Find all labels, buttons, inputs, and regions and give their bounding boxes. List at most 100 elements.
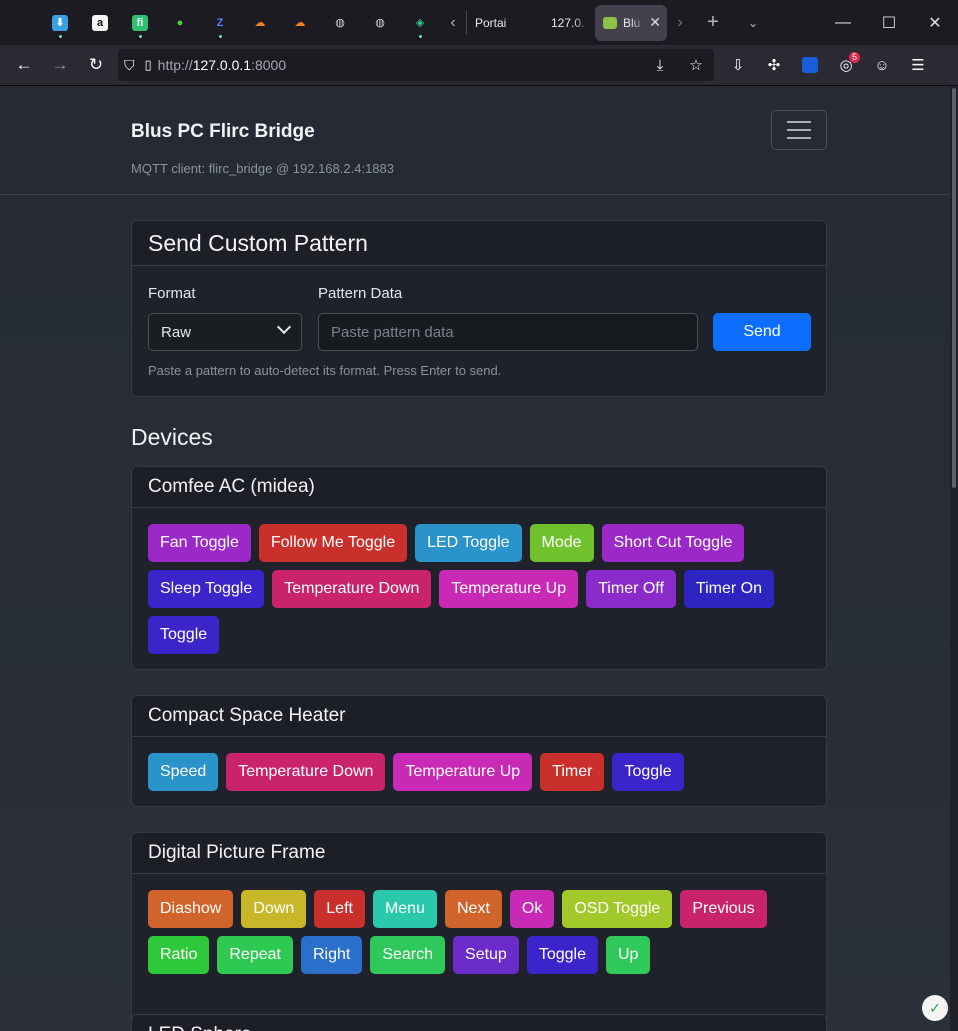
bookmark-star-icon[interactable]: ☆ [678,49,714,81]
app-menu-icon[interactable]: ☰ [900,49,936,81]
device-command-button[interactable]: Temperature Up [393,753,533,791]
custom-pattern-title: Send Custom Pattern [132,221,826,266]
device-command-button[interactable]: Left [314,890,365,928]
downloads-icon[interactable]: ⇩ [720,49,756,81]
device-command-button[interactable]: Toggle [612,753,684,791]
new-tab-icon[interactable]: + [693,0,733,45]
pinned-tab-attention-dot [139,35,142,38]
pinned-tab[interactable]: a [80,0,120,45]
pinned-tab[interactable]: Z [200,0,240,45]
device-title: Comfee AC (midea) [132,467,826,508]
pinned-tab[interactable]: fi [120,0,160,45]
device-button-group: Fan Toggle Follow Me Toggle LED Toggle Mode… [132,508,826,662]
shield-tracking-icon[interactable]: ⛉ [124,57,135,74]
gitea-icon: ◈ [415,17,425,29]
device-command-button[interactable]: Search [370,936,446,974]
download-manager-icon: ⬇ [52,14,68,31]
device-command-button[interactable]: Ratio [148,936,210,974]
device-command-button[interactable]: LED Toggle [415,524,522,562]
device-command-button[interactable]: Diashow [148,890,234,928]
browser-tab-bar: ⬇afi●Z☁☁◍◍◈ ‹ Portai 127.0. Blu ✕ › + ⌄ … [0,0,958,45]
format-select[interactable]: Raw [148,313,302,351]
device-title: Digital Picture Frame [132,833,826,874]
device-command-button[interactable]: Follow Me Toggle [258,524,408,562]
tab-scroll-left-icon[interactable]: ‹ [440,0,466,45]
device-command-button[interactable]: Fan Toggle [148,524,251,562]
back-icon[interactable]: ← [6,49,42,81]
forward-icon[interactable]: → [42,49,78,81]
pinned-tabs: ⬇ a fi ● Z ☁ ☁ ◍ ◍ ◈ [40,0,440,45]
device-command-button[interactable]: Timer [540,753,605,791]
profile-avatar-icon[interactable]: ☺ [864,49,900,81]
device-command-button[interactable]: OSD Toggle [562,890,673,928]
tab-blus-active[interactable]: Blu ✕ [595,4,667,41]
page-scrollbar[interactable] [950,86,958,1031]
pinned-tab[interactable]: ⬇ [40,0,80,45]
extension-badge-icon[interactable]: ◎ 5 [828,49,864,81]
tab-close-icon[interactable]: ✕ [649,14,661,31]
fi-icon: fi [132,14,148,31]
device-command-button[interactable]: Toggle [148,616,220,654]
device-command-button[interactable]: Up [605,936,651,974]
pattern-data-input[interactable]: Paste pattern data [318,313,698,351]
device-command-button[interactable]: Temperature Down [226,753,386,791]
window-close-icon[interactable]: ✕ [912,0,958,45]
device-command-button[interactable]: Next [444,890,502,928]
bitwarden-icon[interactable] [792,49,828,81]
pinned-tab-attention-dot [59,35,62,38]
device-command-button[interactable]: Setup [453,936,519,974]
tab-portainer[interactable]: Portai [467,4,537,41]
maximize-icon[interactable]: ☐ [866,0,912,45]
hamburger-line [787,121,811,123]
brand-title[interactable]: Blus PC Flirc Bridge [131,121,315,143]
device-command-button[interactable]: Temperature Down [272,570,432,608]
device-command-button[interactable]: Menu [372,890,437,928]
device-command-button[interactable]: Repeat [217,936,293,974]
send-button[interactable]: Send [713,313,811,351]
pinned-tab[interactable]: ● [160,0,200,45]
list-all-tabs-icon[interactable]: ⌄ [733,0,773,45]
pinned-tab[interactable]: ◍ [320,0,360,45]
app-header: Blus PC Flirc Bridge MQTT client: flirc_… [0,86,950,195]
pattern-data-label: Pattern Data [318,285,403,302]
chevron-down-icon [276,319,292,335]
pattern-placeholder: Paste pattern data [331,323,454,341]
device-command-button[interactable]: Timer Off [586,570,676,608]
z-app-icon: Z [216,16,224,29]
device-command-button[interactable]: Temperature Up [439,570,579,608]
extension-badge-count: 5 [848,52,860,63]
device-command-button[interactable]: Mode [529,524,594,562]
url-bar[interactable]: ⛉ ▯ http://127.0.0.1:8000 ⤓ ☆ [118,49,714,81]
device-command-button[interactable]: Short Cut Toggle [601,524,745,562]
browser-nav-bar: ← → ↻ ⛉ ▯ http://127.0.0.1:8000 ⤓ ☆ ⇩ ✣ … [0,45,958,86]
custom-pattern-card: Send Custom Pattern Format Pattern Data … [131,220,827,397]
scrollbar-thumb[interactable] [952,88,956,488]
tab-scroll-right-icon[interactable]: › [667,0,693,45]
pinned-tab[interactable]: ☁ [240,0,280,45]
tab-localhost[interactable]: 127.0. [537,4,595,41]
pinned-tab[interactable]: ◍ [360,0,400,45]
reload-icon[interactable]: ↻ [78,49,114,81]
pinned-tab[interactable]: ☁ [280,0,320,45]
security-shield-icon[interactable]: ✓ [922,995,948,1021]
device-command-button[interactable]: Down [241,890,307,928]
device-command-button[interactable]: Previous [680,890,767,928]
extensions-icon[interactable]: ✣ [756,49,792,81]
pinned-tab[interactable]: ◈ [400,0,440,45]
device-command-button[interactable]: Sleep Toggle [148,570,265,608]
navbar-toggle-button[interactable] [771,110,827,150]
device-card: Comfee AC (midea) Fan Toggle Follow Me Tog… [131,466,827,670]
device-command-button[interactable]: Speed [148,753,219,791]
minimize-icon[interactable]: — [820,0,866,45]
device-command-button[interactable]: Ok [509,890,555,928]
device-command-button[interactable]: Right [300,936,363,974]
device-command-button[interactable]: Toggle [526,936,598,974]
mqtt-status: MQTT client: flirc_bridge @ 192.168.2.4:… [131,161,394,176]
device-command-button[interactable]: Timer On [683,570,774,608]
device-title: LED Sphere [132,1015,826,1031]
install-app-icon[interactable]: ⤓ [642,49,678,81]
tab-label: Portai [475,15,507,30]
amazon-icon: a [92,14,108,31]
green-dot-icon: ● [176,16,184,29]
page-info-icon[interactable]: ▯ [145,57,152,73]
